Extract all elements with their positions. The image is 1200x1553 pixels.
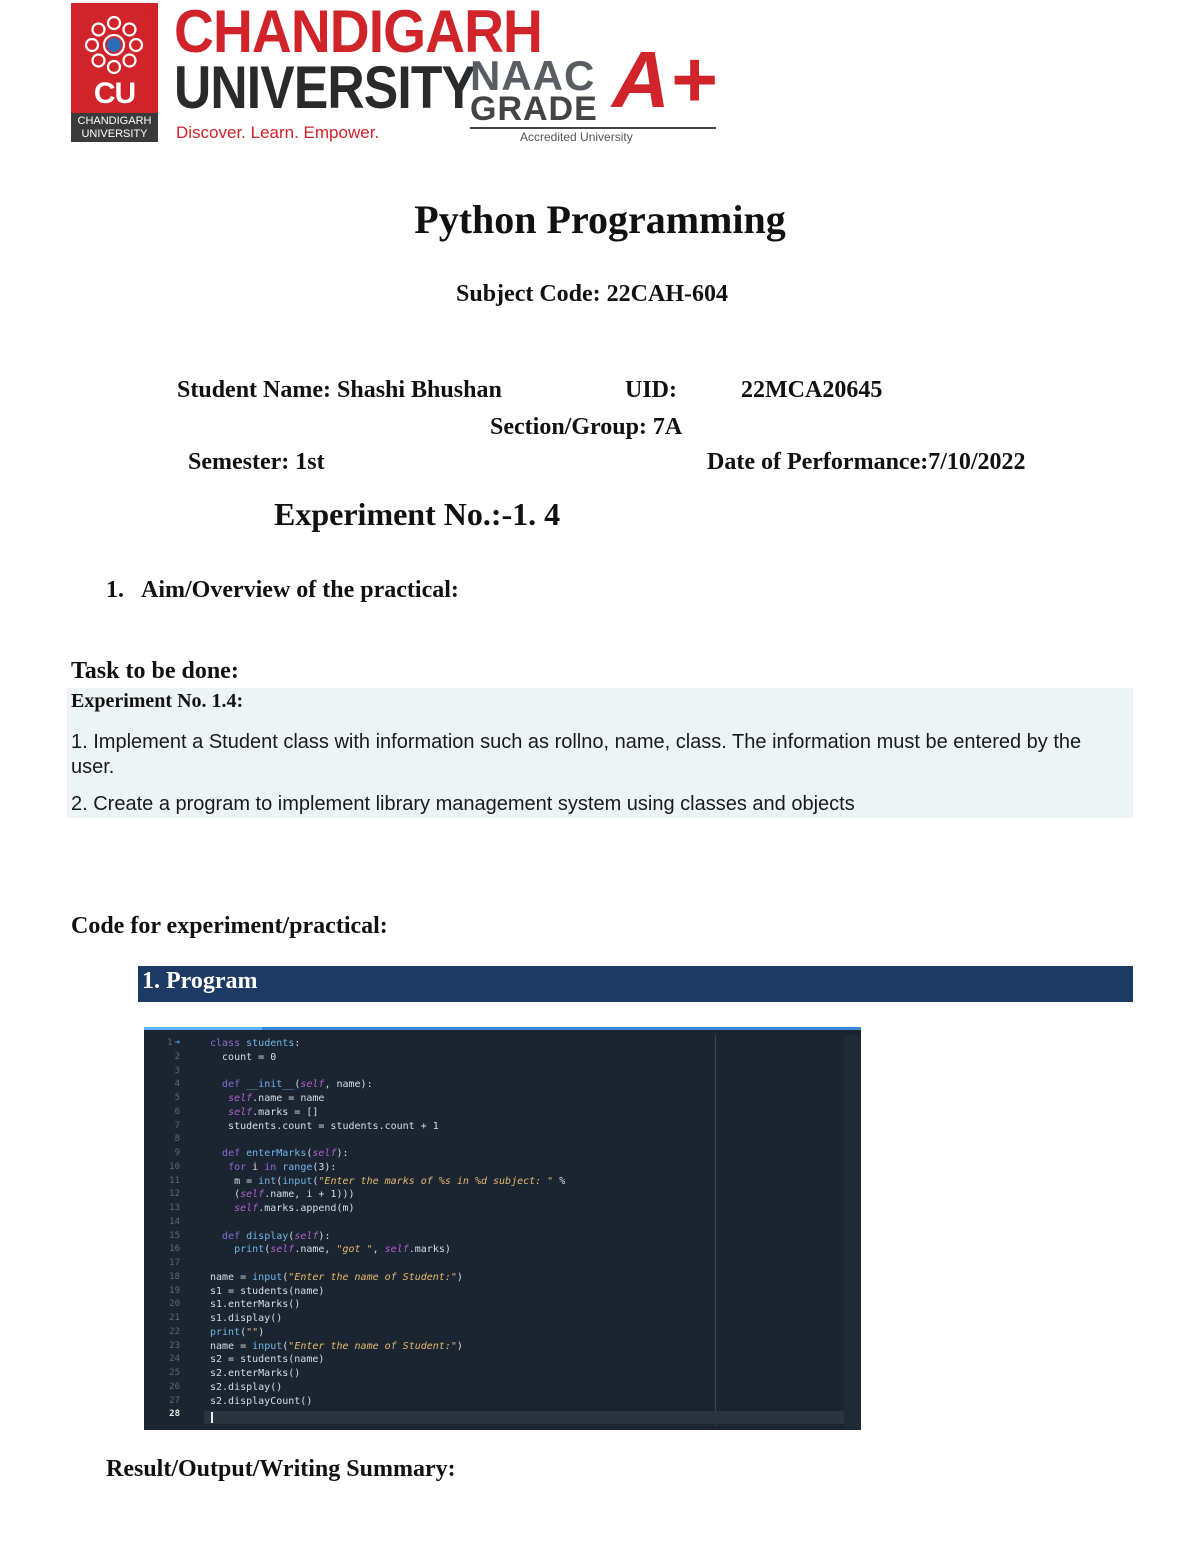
editor-active-tab-indicator [144,1027,262,1030]
cogwheel-emblem-icon [84,15,144,75]
code-line: count = 0 [210,1051,277,1063]
code-heading: Code for experiment/practical: [71,913,388,939]
registered-mark-icon: ® [144,6,154,17]
student-name: Student Name: Shashi Bhushan [177,377,502,403]
code-line: def __init__(self, name): [222,1079,373,1091]
line-number: 9 [174,1148,180,1158]
line-number: 3 [174,1065,180,1076]
code-line: def display(self): [222,1230,331,1242]
code-editor-screenshot: 1 ➜ 2 3 4 5 6 7 8 9 10 11 12 13 14 15 16 17 18 19 20 21 22 23 24… [144,1027,861,1430]
uid-label: UID: [625,377,677,403]
uid-value: 22MCA20645 [741,377,883,403]
line-number: 13 [169,1203,180,1213]
code-line: def enterMarks(self): [222,1148,349,1159]
line-number: 23 [169,1340,180,1351]
logo-band-line: CHANDIGARH [77,115,152,127]
code-line: s1 = students(name) [210,1285,325,1297]
code-line: print(self.name, "got ", self.marks) [234,1244,451,1256]
line-number: 17 [169,1258,180,1268]
section-group: Section/Group: 7A [490,414,683,440]
task-heading: Task to be done: [71,658,239,684]
code-line: s2 = students(name) [210,1354,325,1366]
logo-band: CHANDIGARH UNIVERSITY [71,113,158,142]
line-number: 7 [174,1120,180,1131]
line-number: 10 [169,1161,180,1172]
code-line: self.name = name [228,1093,325,1104]
line-number: 20 [169,1299,180,1310]
program-section-title: 1. Program [142,968,258,994]
logo-initials: CU [93,77,136,110]
code-line: s2.display() [210,1381,283,1393]
task-item: 2. Create a program to implement library… [71,793,855,815]
document-title: Python Programming [414,197,786,242]
code-line: s2.enterMarks() [210,1368,301,1379]
naac-divider [470,127,716,129]
code-line: (self.name, i + 1))) [210,1189,355,1201]
line-number: 14 [169,1216,180,1227]
code-line: self.marks = [] [228,1106,319,1118]
line-number: 15 [169,1230,180,1241]
brand-name-line2: UNIVERSITY [174,54,476,121]
result-heading: Result/Output/Writing Summary: [106,1456,456,1482]
subject-code: Subject Code: 22CAH-604 [456,281,728,307]
code-line: s1.display() [210,1313,283,1324]
grade-value: A+ [612,35,717,124]
line-number: 5 [174,1093,180,1103]
code-line: class students: [210,1038,301,1049]
line-number: 8 [174,1134,180,1145]
line-number: 1 ➜ [167,1038,180,1048]
line-number: 24 [169,1354,180,1365]
code-line: self.marks.append(m) [234,1203,355,1214]
editor-line-numbers: 1 ➜ 2 3 4 5 6 7 8 9 10 11 12 13 14 15 16 17 18 19 20 21 22 23 24… [144,1037,180,1422]
code-line: students.count = students.count + 1 [210,1120,439,1132]
program-section-bar: 1. Program [138,966,1133,1002]
university-logo: CU CHANDIGARH UNIVERSITY [71,3,158,142]
line-number: 28 [169,1409,180,1420]
code-line: print("") [210,1326,265,1338]
line-number: 11 [169,1175,180,1186]
line-number: 19 [169,1285,180,1296]
line-number: 21 [169,1313,180,1323]
line-number: 26 [169,1381,180,1392]
logo-band-line: UNIVERSITY [81,128,148,140]
line-number: 25 [169,1368,180,1378]
aim-number: 1. [106,577,124,603]
task-box: Experiment No. 1.4: 1. Implement a Stude… [67,688,1133,818]
breakpoint-arrow-icon: ➜ [174,1038,180,1048]
editor-code: class students: count = 0 def __init__(s… [210,1037,850,1422]
code-line: m = int(input("Enter the marks of %s in … [210,1175,566,1187]
aim-label: Aim/Overview of the practical: [141,577,459,603]
task-box-heading: Experiment No. 1.4: [71,690,244,712]
code-line: s2.displayCount() [210,1395,313,1407]
code-line: for i in range(3): [228,1161,337,1173]
code-line: name = input("Enter the name of Student:… [210,1340,463,1352]
semester: Semester: 1st [188,449,325,475]
task-item: 1. Implement a Student class with inform… [71,731,1082,778]
date-of-performance: Date of Performance:7/10/2022 [707,449,1026,475]
line-number: 4 [174,1079,180,1090]
line-number: 16 [169,1244,180,1255]
line-number: 27 [169,1395,180,1406]
line-number: 2 [174,1051,180,1062]
grade-label: GRADE [470,90,598,128]
line-number: 22 [169,1326,180,1337]
line-number: 6 [174,1106,180,1117]
brand-tagline: Discover. Learn. Empower. [176,123,380,142]
code-line: s1.enterMarks() [210,1299,301,1311]
line-number: 18 [169,1271,180,1282]
accredited-label: Accredited University [520,130,633,144]
experiment-title: Experiment No.:-1. 4 [274,496,561,532]
code-line: name = input("Enter the name of Student:… [210,1271,463,1283]
line-number: 12 [169,1189,180,1200]
aim-heading: 1. Aim/Overview of the practical: [106,577,459,604]
